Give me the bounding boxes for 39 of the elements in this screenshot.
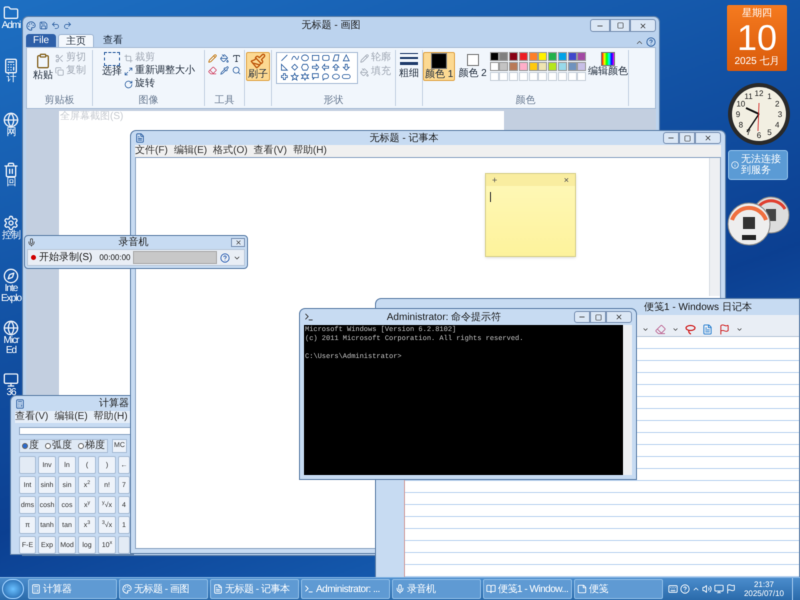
clock-numeral: 1 — [767, 92, 772, 101]
group-label: 形状 — [322, 95, 344, 106]
clock-numeral: 4 — [774, 120, 780, 130]
clock-numeral: 8 — [738, 120, 744, 130]
error-message: 无法连接到服务 — [741, 154, 782, 176]
shortcut-label: 计 — [6, 74, 16, 84]
window-title: 录音机 — [118, 236, 148, 248]
clock-numeral: 5 — [767, 128, 772, 138]
month-label: 2025 七月 — [734, 56, 780, 68]
window-title: 计算器 — [99, 396, 129, 410]
clock-numeral: 3 — [778, 110, 782, 119]
shortcut-label: 回 — [6, 178, 16, 188]
shortcut-label: 控制 — [2, 231, 20, 241]
clock-time: 21:37 — [754, 580, 774, 589]
clock-numeral: 2 — [774, 100, 780, 108]
window-title: 无标题 - 画图 — [302, 18, 360, 33]
clock-numeral: 11 — [744, 92, 753, 101]
clock-numeral: 10 — [736, 100, 746, 108]
shortcut-label: Inte — [4, 284, 18, 294]
clock-date: 2025/07/10 — [744, 589, 784, 598]
shortcut-label: 网 — [6, 128, 16, 138]
group-label: 剪贴板 — [44, 95, 76, 106]
shortcut-label: Ed — [6, 346, 16, 356]
clock-numeral: 9 — [736, 110, 740, 119]
group-label: 工具 — [214, 95, 236, 106]
window-title: Administrator: 命令提示符 — [386, 310, 502, 324]
group-label: 颜色 — [514, 95, 536, 106]
shortcut-label: Admi — [2, 21, 20, 31]
clock-numeral: 6 — [756, 131, 762, 140]
shortcut-label: 36 — [6, 388, 16, 398]
elapsed-time: 00:00:00 — [99, 252, 130, 264]
shortcut-label: Micr — [4, 336, 18, 346]
clock-numeral: 12 — [754, 89, 764, 98]
group-label: 图像 — [138, 95, 160, 106]
weekday: 星期四 — [742, 8, 772, 20]
window-title: 无标题 - 记事本 — [370, 132, 438, 146]
shortcut-label: Explo — [0, 294, 21, 304]
window-title: 便笺1 - Windows 日记本 — [644, 300, 752, 314]
day-number: 10 — [736, 20, 778, 56]
